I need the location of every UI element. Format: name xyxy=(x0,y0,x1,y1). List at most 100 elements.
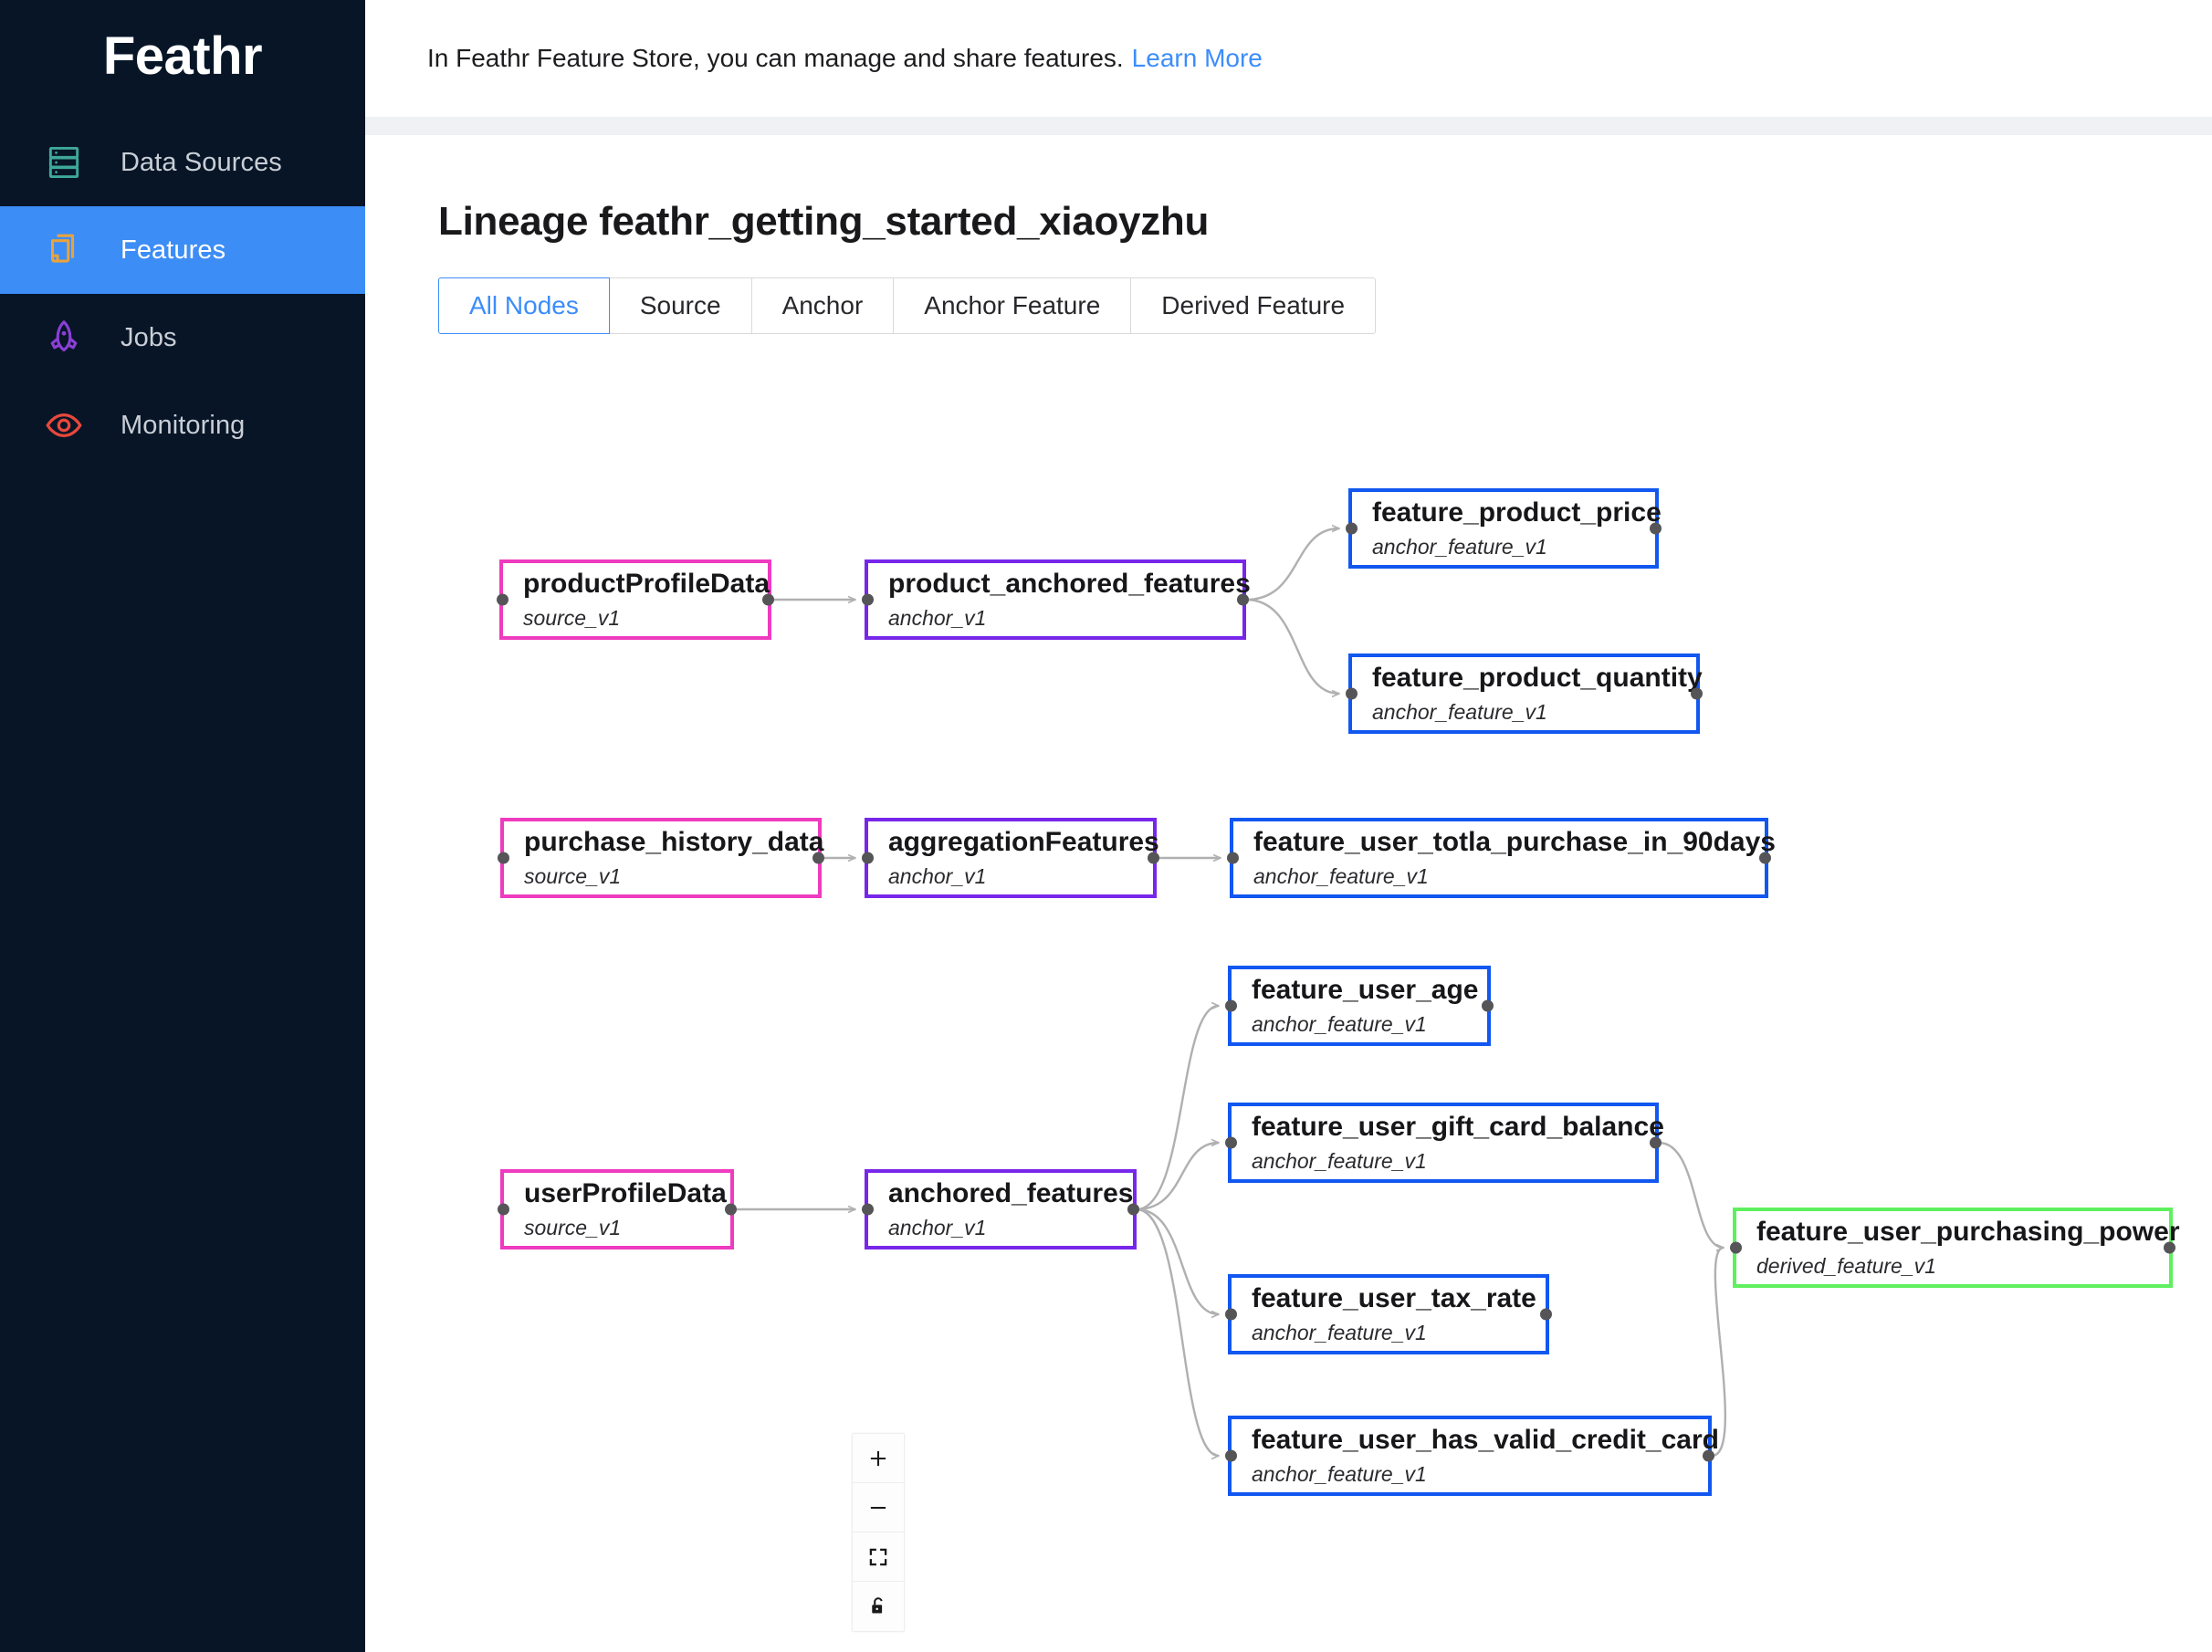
graph-node-feature_user_has_valid_credit_card[interactable]: feature_user_has_valid_credit_card anchor… xyxy=(1225,1416,1719,1496)
fit-view-button[interactable] xyxy=(853,1532,904,1582)
graph-node-title: productProfileData xyxy=(523,568,771,599)
page-title: Lineage feathr_getting_started_xiaoyzhu xyxy=(438,199,1210,244)
graph-node-subtitle: source_v1 xyxy=(524,864,622,889)
graph-node-title: feature_user_has_valid_credit_card xyxy=(1252,1424,1719,1455)
graph-node-feature_user_age[interactable]: feature_user_age anchor_feature_v1 xyxy=(1225,966,1494,1046)
node-handle-right[interactable] xyxy=(762,593,774,606)
banner-message: In Feathr Feature Store, you can manage … xyxy=(427,44,1124,72)
sidebar-item-label: Features xyxy=(121,235,226,265)
tab-all-nodes[interactable]: All Nodes xyxy=(438,277,610,334)
graph-node-title: feature_user_gift_card_balance xyxy=(1252,1111,1664,1142)
node-handle-right[interactable] xyxy=(1703,1449,1714,1462)
graph-node-subtitle: anchor_v1 xyxy=(888,606,987,631)
zoom-out-button[interactable] xyxy=(853,1483,904,1532)
graph-edge xyxy=(1245,528,1339,601)
graph-node-title: feature_user_tax_rate xyxy=(1252,1282,1536,1313)
node-handle-left[interactable] xyxy=(1225,1136,1237,1149)
node-handle-right[interactable] xyxy=(2164,1241,2175,1254)
graph-node-subtitle: anchor_feature_v1 xyxy=(1372,700,1547,725)
node-handle-right[interactable] xyxy=(1650,1136,1662,1149)
learn-more-link[interactable]: Learn More xyxy=(1132,44,1263,73)
graph-node-subtitle: anchor_feature_v1 xyxy=(1252,1012,1427,1037)
lock-toggle-button[interactable] xyxy=(853,1582,904,1631)
graph-node-aggregationFeatures[interactable]: aggregationFeatures anchor_v1 xyxy=(862,818,1159,898)
node-handle-right[interactable] xyxy=(1691,687,1703,700)
node-handle-left[interactable] xyxy=(862,593,874,606)
node-handle-right[interactable] xyxy=(1482,999,1494,1012)
graph-node-feature_user_gift_card_balance[interactable]: feature_user_gift_card_balance anchor_fea… xyxy=(1225,1103,1664,1183)
graph-node-subtitle: anchor_feature_v1 xyxy=(1252,1321,1427,1345)
node-handle-left[interactable] xyxy=(497,593,508,606)
graph-node-feature_user_totla_purchase_in_90days[interactable]: feature_user_totla_purchase_in_90days anc… xyxy=(1227,818,1776,898)
graph-node-feature_product_quantity[interactable]: feature_product_quantity anchor_feature_v… xyxy=(1346,653,1703,734)
minus-icon xyxy=(870,1506,886,1509)
rocket-icon xyxy=(44,318,84,358)
zoom-in-button[interactable] xyxy=(853,1434,904,1483)
graph-node-title: aggregationFeatures xyxy=(888,826,1159,857)
node-handle-left[interactable] xyxy=(862,1203,874,1216)
tab-anchor-feature[interactable]: Anchor Feature xyxy=(894,277,1132,334)
node-handle-left[interactable] xyxy=(1225,999,1237,1012)
node-handle-left[interactable] xyxy=(1346,522,1358,535)
graph-node-subtitle: anchor_v1 xyxy=(888,1216,987,1240)
banner-divider xyxy=(365,117,2212,135)
graph-node-title: feature_user_age xyxy=(1252,974,1479,1005)
node-handle-right[interactable] xyxy=(725,1203,737,1216)
sidebar-item-jobs[interactable]: Jobs xyxy=(0,294,365,382)
graph-node-feature_product_price[interactable]: feature_product_price anchor_feature_v1 xyxy=(1346,488,1662,569)
sidebar-item-label: Data Sources xyxy=(121,147,282,177)
node-handle-right[interactable] xyxy=(1759,852,1771,864)
node-handle-left[interactable] xyxy=(1225,1449,1237,1462)
graph-node-subtitle: derived_feature_v1 xyxy=(1756,1254,1936,1279)
node-handle-left[interactable] xyxy=(862,852,874,864)
sidebar-item-label: Jobs xyxy=(121,322,177,352)
graph-node-title: feature_product_quantity xyxy=(1372,662,1703,693)
graph-node-title: feature_user_totla_purchase_in_90days xyxy=(1253,826,1776,857)
graph-node-feature_user_tax_rate[interactable]: feature_user_tax_rate anchor_feature_v1 xyxy=(1225,1274,1552,1354)
sidebar-item-data-sources[interactable]: Data Sources xyxy=(0,119,365,206)
sidebar-nav: Data Sources Features Jobs Monitoring xyxy=(0,119,365,469)
node-handle-left[interactable] xyxy=(1346,687,1358,700)
node-handle-left[interactable] xyxy=(498,852,509,864)
graph-edge xyxy=(1136,1208,1219,1314)
eye-icon xyxy=(44,405,84,445)
node-handle-left[interactable] xyxy=(498,1203,509,1216)
graph-node-anchored_features[interactable]: anchored_features anchor_v1 xyxy=(862,1169,1139,1249)
node-handle-left[interactable] xyxy=(1227,852,1239,864)
node-handle-left[interactable] xyxy=(1730,1241,1742,1254)
graph-node-subtitle: anchor_v1 xyxy=(888,864,987,889)
node-handle-right[interactable] xyxy=(1127,1203,1139,1216)
graph-edge xyxy=(1136,1006,1219,1211)
graph-edge xyxy=(1658,1141,1724,1248)
node-handle-right[interactable] xyxy=(1650,522,1662,535)
graph-node-feature_user_purchasing_power[interactable]: feature_user_purchasing_power derived_fea… xyxy=(1730,1208,2180,1288)
graph-node-title: purchase_history_data xyxy=(524,826,824,857)
graph-node-product_anchored_features[interactable]: product_anchored_features anchor_v1 xyxy=(862,559,1251,640)
node-handle-left[interactable] xyxy=(1225,1308,1237,1321)
node-handle-right[interactable] xyxy=(1148,852,1159,864)
tab-source[interactable]: Source xyxy=(609,277,752,334)
tab-derived-feature[interactable]: Derived Feature xyxy=(1131,277,1377,334)
copy-file-icon xyxy=(44,230,84,270)
fit-view-icon xyxy=(869,1548,887,1565)
node-handle-right[interactable] xyxy=(812,852,824,864)
node-handle-right[interactable] xyxy=(1540,1308,1552,1321)
graph-controls xyxy=(852,1433,905,1632)
graph-node-productProfileData[interactable]: productProfileData source_v1 xyxy=(497,559,774,640)
main-area: In Feathr Feature Store, you can manage … xyxy=(365,0,2212,1652)
tab-anchor[interactable]: Anchor xyxy=(751,277,895,334)
graph-node-userProfileData[interactable]: userProfileData source_v1 xyxy=(498,1169,737,1249)
node-handle-right[interactable] xyxy=(1237,593,1249,606)
node-filter-tabs: All Nodes Source Anchor Anchor Feature D… xyxy=(438,277,1377,334)
graph-edge xyxy=(1245,598,1339,694)
plus-icon xyxy=(870,1450,886,1466)
graph-node-subtitle: anchor_feature_v1 xyxy=(1372,535,1547,559)
graph-node-title: product_anchored_features xyxy=(888,568,1251,599)
sidebar-item-features[interactable]: Features xyxy=(0,206,365,294)
database-icon xyxy=(44,142,84,183)
sidebar-item-monitoring[interactable]: Monitoring xyxy=(0,382,365,469)
graph-node-purchase_history_data[interactable]: purchase_history_data source_v1 xyxy=(498,818,824,898)
graph-node-subtitle: source_v1 xyxy=(523,606,621,631)
lineage-graph-canvas[interactable]: productProfileData source_v1 product_ancho… xyxy=(397,464,2212,1650)
graph-edge xyxy=(1136,1208,1219,1456)
